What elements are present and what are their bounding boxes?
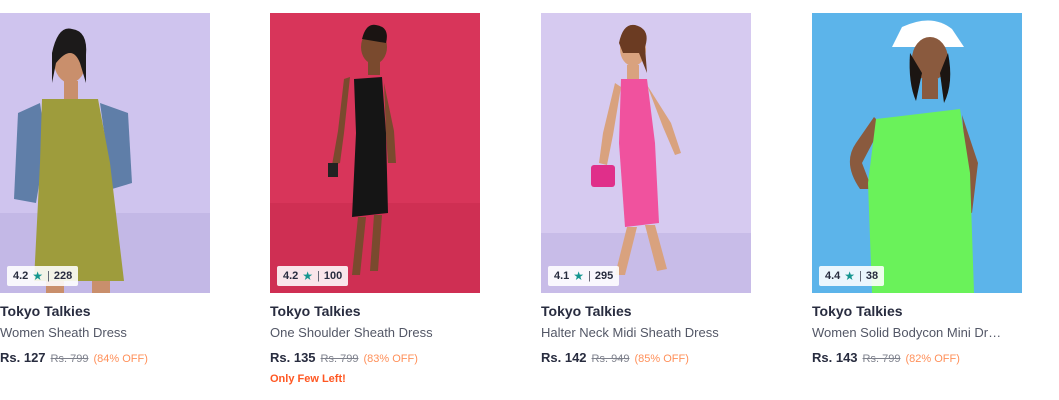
price-row: Rs. 143 Rs. 799 (82% OFF): [812, 350, 1022, 365]
product-discount: (84% OFF): [93, 353, 148, 365]
rating-divider: |: [47, 270, 50, 282]
star-icon: ★: [32, 269, 44, 283]
product-image[interactable]: 4.1 ★ | 295: [541, 13, 751, 293]
product-discount: (83% OFF): [363, 353, 418, 365]
rating-count: 38: [865, 270, 879, 282]
product-mrp: Rs. 799: [320, 353, 359, 365]
product-price: Rs. 127: [0, 350, 46, 365]
product-mrp: Rs. 799: [862, 353, 901, 365]
product-brand[interactable]: Tokyo Talkies: [812, 303, 1022, 319]
price-row: Rs. 127 Rs. 799 (84% OFF): [0, 350, 210, 365]
product-card[interactable]: 4.1 ★ | 295 Tokyo Talkies Halter Neck Mi…: [541, 13, 751, 365]
product-price: Rs. 143: [812, 350, 858, 365]
product-name[interactable]: One Shoulder Sheath Dress: [270, 325, 460, 340]
rating-value: 4.4: [825, 270, 841, 282]
stock-note: Only Few Left!: [270, 373, 346, 385]
product-image[interactable]: 4.2 ★ | 228: [0, 13, 210, 293]
product-mrp: Rs. 949: [591, 353, 630, 365]
rating-badge: 4.2 ★ | 100: [277, 266, 349, 286]
rating-count: 228: [53, 270, 73, 282]
product-brand[interactable]: Tokyo Talkies: [541, 303, 751, 319]
product-image[interactable]: 4.4 ★ | 38: [812, 13, 1022, 293]
rating-value: 4.2: [283, 270, 299, 282]
product-image[interactable]: 4.2 ★ | 100: [270, 13, 480, 293]
price-row: Rs. 142 Rs. 949 (85% OFF): [541, 350, 751, 365]
product-name[interactable]: Women Sheath Dress: [0, 325, 190, 340]
price-row: Rs. 135 Rs. 799 (83% OFF): [270, 350, 480, 365]
product-card[interactable]: 4.2 ★ | 100 Tokyo Talkies One Shoulder S…: [270, 13, 480, 385]
star-icon: ★: [302, 269, 314, 283]
rating-badge: 4.4 ★ | 38: [819, 266, 885, 286]
product-brand[interactable]: Tokyo Talkies: [270, 303, 480, 319]
product-name[interactable]: Women Solid Bodycon Mini Dress: [812, 325, 1002, 340]
star-icon: ★: [573, 269, 585, 283]
rating-divider: |: [859, 270, 862, 282]
product-discount: (82% OFF): [905, 353, 960, 365]
product-discount: (85% OFF): [634, 353, 689, 365]
rating-divider: |: [317, 270, 320, 282]
product-brand[interactable]: Tokyo Talkies: [0, 303, 210, 319]
product-card[interactable]: 4.2 ★ | 228 Tokyo Talkies Women Sheath D…: [0, 13, 210, 365]
product-name[interactable]: Halter Neck Midi Sheath Dress: [541, 325, 731, 340]
star-icon: ★: [844, 269, 856, 283]
rating-badge: 4.2 ★ | 228: [7, 266, 79, 286]
product-price: Rs. 142: [541, 350, 587, 365]
rating-value: 4.1: [554, 270, 570, 282]
product-price: Rs. 135: [270, 350, 316, 365]
product-card[interactable]: 4.4 ★ | 38 Tokyo Talkies Women Solid Bod…: [812, 13, 1022, 365]
rating-count: 100: [323, 270, 343, 282]
rating-value: 4.2: [13, 270, 29, 282]
rating-divider: |: [588, 270, 591, 282]
rating-badge: 4.1 ★ | 295: [548, 266, 620, 286]
rating-count: 295: [594, 270, 614, 282]
product-mrp: Rs. 799: [50, 353, 89, 365]
